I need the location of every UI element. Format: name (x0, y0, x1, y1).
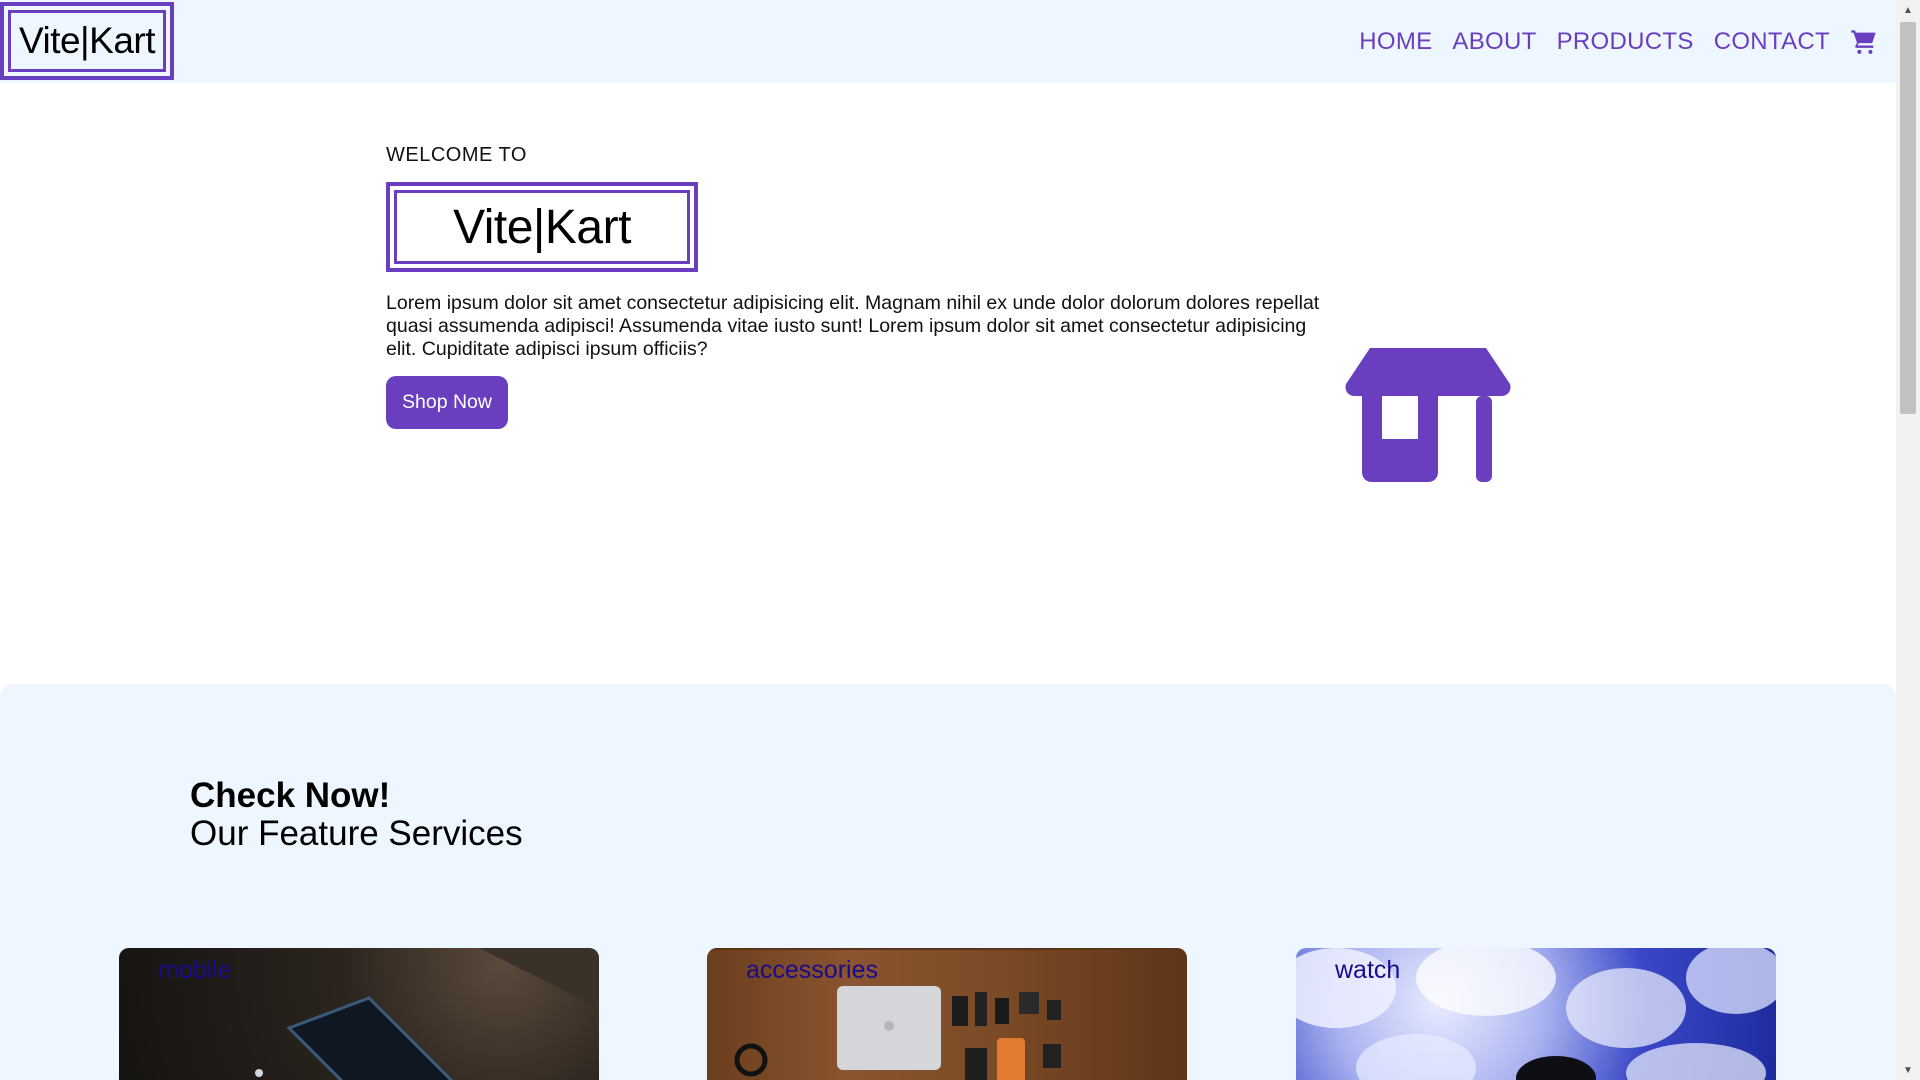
hero-logo-text: Vite|Kart (394, 190, 690, 264)
hero-logo: Vite|Kart (386, 182, 698, 272)
nav-contact-link[interactable]: CONTACT (1714, 28, 1830, 56)
nav-home-link[interactable]: HOME (1359, 28, 1432, 56)
welcome-text: WELCOME TO (386, 144, 527, 166)
scroll-thumb[interactable] (1900, 22, 1916, 414)
scroll-down-icon[interactable]: ▼ (1896, 1060, 1920, 1080)
scroll-up-icon[interactable]: ▲ (1896, 0, 1920, 20)
store-icon (1345, 348, 1511, 482)
nav-products-link[interactable]: PRODUCTS (1557, 28, 1694, 56)
hero-description: Lorem ipsum dolor sit amet consectetur a… (386, 292, 1320, 360)
header-logo[interactable]: Vite|Kart (0, 2, 174, 80)
page-scrollbar[interactable]: ▲ ▼ (1896, 0, 1920, 1080)
feature-title: Check Now! (190, 776, 391, 815)
cart-icon[interactable] (1850, 28, 1878, 56)
accessories-label: accessories (746, 956, 878, 984)
header-logo-text: Vite|Kart (8, 10, 166, 72)
watch-label: watch (1335, 956, 1401, 984)
accessories-card[interactable]: accessories (707, 948, 1187, 1080)
main-nav: HOME ABOUT PRODUCTS CONTACT (1339, 0, 1896, 83)
shop-now-button[interactable]: Shop Now (386, 376, 508, 429)
site-header: Vite|Kart HOME ABOUT PRODUCTS CONTACT (0, 0, 1896, 83)
watch-card[interactable]: watch (1296, 948, 1776, 1080)
nav-about-link[interactable]: ABOUT (1452, 28, 1536, 56)
mobile-label: mobile (158, 956, 232, 984)
feature-subtitle: Our Feature Services (190, 814, 523, 853)
mobile-card[interactable]: mobile (119, 948, 599, 1080)
